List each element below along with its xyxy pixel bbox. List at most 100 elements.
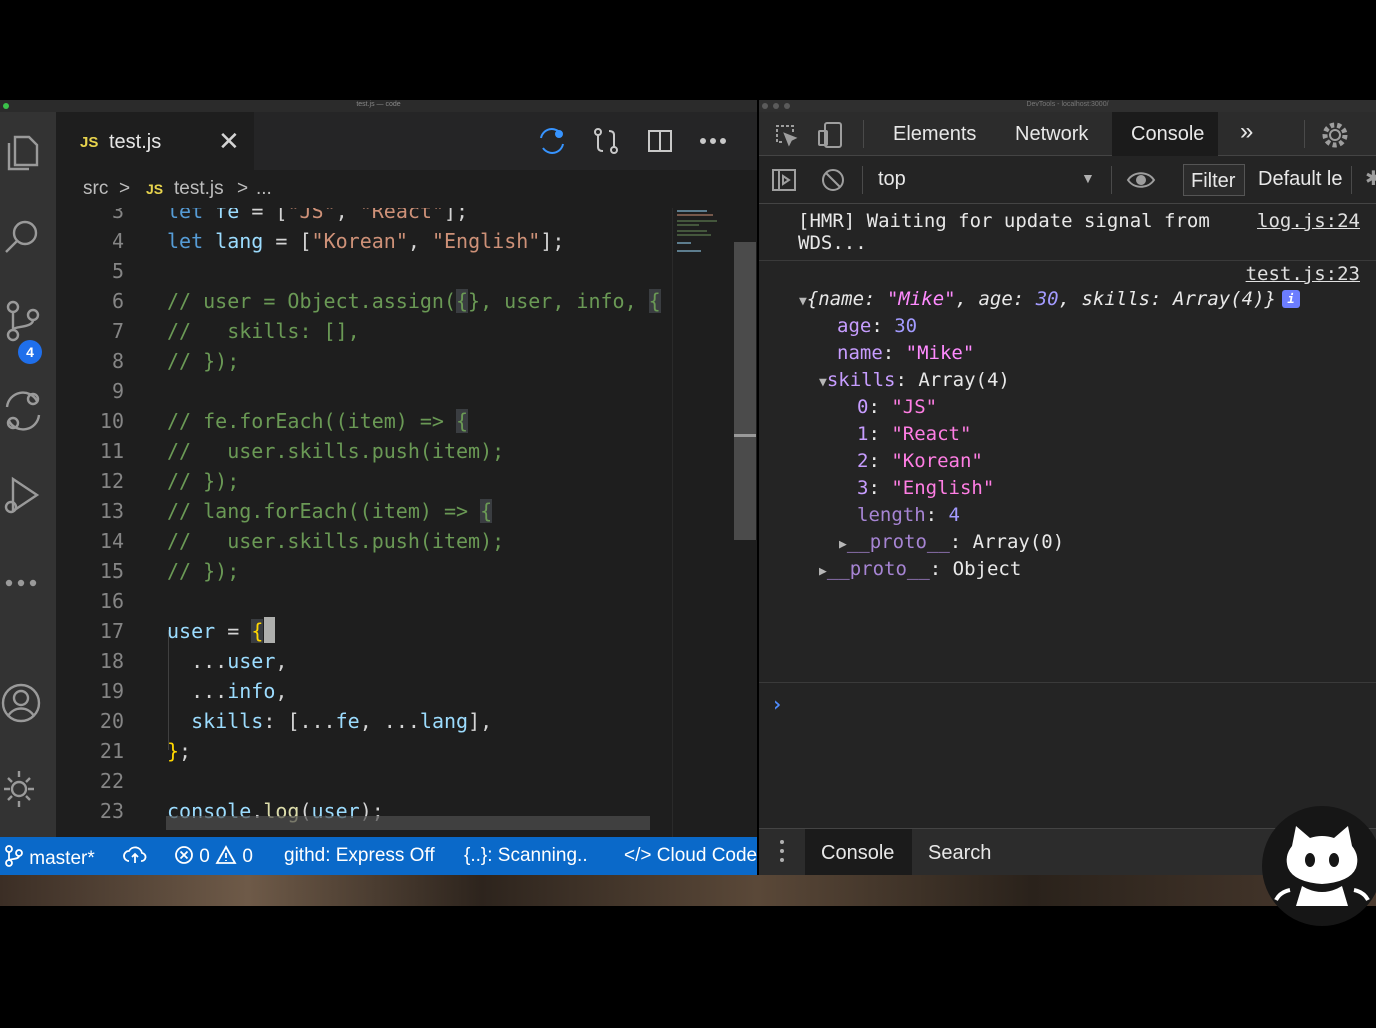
editor-tab-bar: JS test.js ✕ (56, 112, 757, 170)
clear-console-icon[interactable] (819, 166, 847, 194)
line-number: 5 (111, 259, 124, 283)
account-icon[interactable] (0, 680, 46, 726)
drawer-menu-icon[interactable] (779, 839, 785, 863)
tab-elements[interactable]: Elements (893, 123, 976, 146)
code-line: 16 (56, 586, 672, 616)
more-views-icon[interactable] (0, 560, 46, 606)
context-selector[interactable]: top (878, 168, 906, 191)
context-dropdown-arrow-icon[interactable]: ▼ (1081, 170, 1095, 186)
line-number: 15 (99, 559, 124, 583)
cursor-position-marker (734, 434, 756, 437)
code-line: 4 let lang = ["Korean", "English"]; (56, 226, 672, 256)
split-editor-icon[interactable] (645, 126, 675, 156)
breadcrumb-symbol[interactable]: ... (256, 178, 272, 200)
line-number: 13 (99, 499, 124, 523)
array-item: 3: "English" (857, 477, 995, 499)
breadcrumb-file[interactable]: test.js (174, 178, 224, 200)
tab-close-button[interactable]: ✕ (218, 126, 240, 157)
text-cursor (264, 617, 276, 643)
tab-filename: test.js (109, 131, 162, 153)
tab-network[interactable]: Network (1015, 123, 1088, 146)
code-line: 17 user = { (56, 616, 672, 646)
code-line: 10// fe.forEach((item) => { (56, 406, 672, 436)
settings-gear-icon[interactable] (1319, 119, 1351, 151)
warning-icon (215, 845, 237, 864)
scanning-status[interactable]: {..}: Scanning.. (464, 845, 588, 867)
breadcrumb-separator: > (237, 178, 249, 199)
github-octocat-icon (1262, 806, 1376, 926)
inspect-element-icon[interactable] (771, 120, 801, 150)
more-actions-icon[interactable] (698, 126, 728, 156)
explorer-icon[interactable] (0, 130, 46, 176)
code-line: 6// user = Object.assign({}, user, info,… (56, 286, 672, 316)
drawer-tab-search[interactable]: Search (928, 842, 991, 865)
code-line: 13// lang.forEach((item) => { (56, 496, 672, 526)
source-control-icon[interactable] (0, 298, 46, 344)
settings-gear-icon[interactable] (0, 766, 46, 812)
breadcrumb-folder[interactable]: src (83, 178, 108, 200)
source-link[interactable]: test.js:23 (1246, 261, 1360, 287)
more-tabs-icon[interactable]: » (1240, 118, 1253, 146)
console-message-cont: WDS... (798, 232, 867, 254)
open-changes-icon[interactable] (591, 126, 621, 156)
live-expression-eye-icon[interactable] (1125, 166, 1157, 194)
line-number: 23 (99, 799, 124, 823)
source-link[interactable]: log.js:24 (1257, 208, 1360, 234)
cloud-code-status[interactable]: </> Cloud Code (624, 845, 757, 867)
githd-status[interactable]: githd: Express Off (284, 845, 435, 867)
drawer-tab-console[interactable]: Console (805, 829, 912, 875)
line-number: 10 (99, 409, 124, 433)
array-proto[interactable]: ▶__proto__: Array(0) (839, 529, 1064, 558)
console-output[interactable]: [HMR] Waiting for update signal from WDS… (759, 204, 1376, 828)
code-line: 18 ...user, (56, 646, 672, 676)
activity-bar: 4 (0, 112, 56, 837)
error-icon (175, 846, 193, 864)
tab-console[interactable]: Console (1112, 112, 1218, 156)
collapsed-triangle-icon: ▶ (839, 537, 847, 552)
live-diff-icon[interactable] (537, 126, 567, 156)
tab-test-js[interactable]: JS test.js ✕ (56, 112, 254, 170)
git-diff-icon[interactable] (0, 388, 46, 434)
cloud-code-label: Cloud Code (656, 845, 757, 866)
error-count: 0 (199, 846, 210, 867)
device-toolbar-icon[interactable] (815, 120, 845, 150)
object-summary[interactable]: ▼{name: "Mike", age: 30, skills: Array(4… (799, 286, 1300, 315)
branch-name: master* (29, 848, 95, 869)
object-proto[interactable]: ▶__proto__: Object (819, 556, 1021, 585)
line-number: 14 (99, 529, 124, 553)
console-prompt-icon[interactable]: › (771, 692, 783, 716)
code-editor[interactable]: 3 let fe = ["JS", "React"]; 4 let lang = [… (56, 208, 672, 837)
devtools-window: DevTools - localhost:3000/ Elements Netw… (759, 100, 1376, 875)
line-number: 8 (111, 349, 124, 373)
line-number: 11 (99, 439, 124, 463)
info-icon[interactable]: i (1281, 290, 1300, 308)
vertical-scrollbar-thumb[interactable] (734, 242, 756, 540)
branch-icon (5, 845, 23, 867)
js-file-icon: JS (146, 181, 164, 197)
breadcrumb-separator: > (119, 178, 131, 199)
branch-status[interactable]: master* (4, 845, 95, 870)
problems-status[interactable]: 0 0 (174, 845, 253, 868)
sync-icon[interactable] (123, 845, 147, 868)
code-line: 3 let fe = ["JS", "React"]; (56, 208, 672, 226)
show-sidebar-icon[interactable] (769, 166, 799, 194)
settings-gear-icon[interactable]: ✱ (1365, 166, 1376, 191)
log-levels-dropdown[interactable]: Default levels (1258, 168, 1342, 191)
property-skills[interactable]: ▼skills: Array(4) (819, 367, 1010, 396)
horizontal-scrollbar[interactable] (166, 816, 650, 830)
vscode-window: test.js — code 4 JS test.js ✕ src > JS t… (0, 100, 757, 875)
line-number: 12 (99, 469, 124, 493)
vscode-titlebar: test.js — code (0, 100, 757, 112)
line-number: 19 (99, 679, 124, 703)
run-debug-icon[interactable] (0, 472, 46, 518)
code-line: 11// user.skills.push(item); (56, 436, 672, 466)
line-number: 7 (111, 319, 124, 343)
minimap[interactable] (672, 208, 734, 837)
array-item: 0: "JS" (857, 396, 938, 418)
filter-input[interactable]: Filter (1183, 164, 1245, 196)
search-icon[interactable] (0, 214, 46, 260)
array-item: 2: "Korean" (857, 450, 983, 472)
property-age: age: 30 (837, 315, 918, 337)
console-toolbar: top ▼ Filter Default levels ✱ (759, 156, 1376, 204)
collapsed-triangle-icon: ▶ (819, 564, 827, 579)
